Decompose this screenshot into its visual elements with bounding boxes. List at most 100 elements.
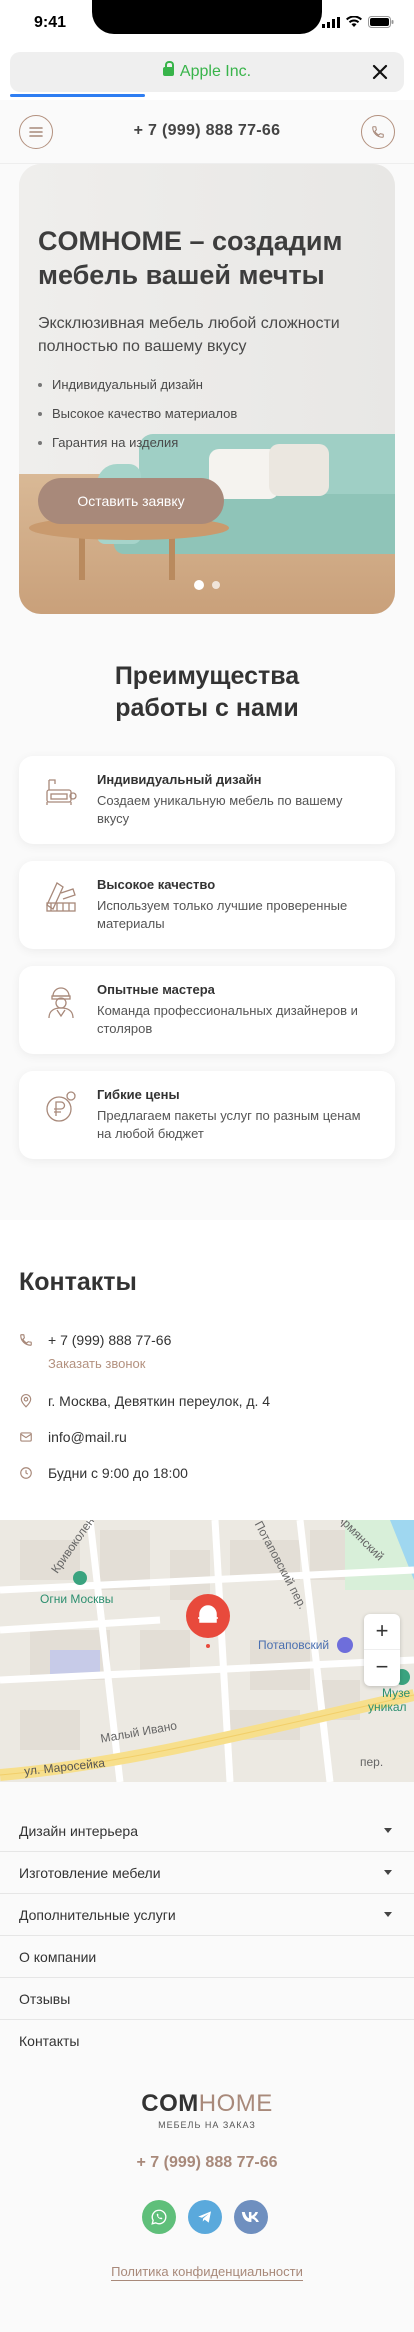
wifi-icon	[346, 16, 362, 27]
site-header: + 7 (999) 888 77-66	[0, 100, 414, 164]
url-bar[interactable]: Apple Inc.	[10, 52, 404, 92]
advantage-card: Высокое качество Используем только лучши…	[19, 861, 395, 949]
map-label: Музе	[382, 1686, 411, 1700]
pillow	[269, 444, 329, 496]
advantage-card: Гибкие цены Предлагаем пакеты услуг по р…	[19, 1071, 395, 1159]
chevron-down-icon	[384, 1870, 392, 1875]
submit-request-button[interactable]: Оставить заявку	[38, 478, 224, 524]
advantage-text: Используем только лучшие проверенные мат…	[97, 898, 348, 931]
logo-com: COM	[141, 2090, 199, 2117]
footer-nav-item[interactable]: Дополнительные услуги	[0, 1894, 414, 1936]
clock-icon	[20, 1467, 32, 1479]
master-icon	[48, 987, 74, 1019]
footer-nav-label: О компании	[19, 1949, 97, 1965]
phone-icon	[20, 1334, 32, 1346]
logo-tagline: МЕБЕЛЬ НА ЗАКАЗ	[158, 2120, 256, 2130]
advantage-text: Создаем уникальную мебель по вашему вкус…	[97, 793, 343, 826]
signal-icon	[322, 16, 340, 28]
slider-dots	[194, 580, 220, 590]
battery-icon	[368, 16, 394, 28]
close-icon[interactable]	[368, 60, 392, 84]
logo-text: COMHOME	[0, 2090, 414, 2118]
logo-home: HOME	[198, 2090, 273, 2117]
status-bar: 9:41	[0, 0, 414, 44]
advantage-title: Опытные мастера	[97, 982, 215, 997]
contact-address: г. Москва, Девяткин переулок, д. 4	[48, 1393, 271, 1409]
advantages-title: Преимущества работы с нами	[0, 660, 414, 724]
telegram-button[interactable]	[188, 2200, 222, 2234]
hero-bullet: Гарантия на изделия	[38, 428, 237, 457]
advantage-card: Индивидуальный дизайн Создаем уникальную…	[19, 756, 395, 844]
advantage-title: Гибкие цены	[97, 1087, 180, 1102]
zoom-out-button[interactable]: −	[364, 1650, 400, 1686]
chevron-down-icon	[384, 1828, 392, 1833]
map-label: уникал	[368, 1700, 407, 1714]
hero-title: COMHOME – создадим мебель вашей мечты	[38, 226, 343, 290]
contact-hours-row: Будни с 9:00 до 18:00	[19, 1465, 188, 1481]
vk-icon	[241, 2212, 259, 2222]
advantage-title: Высокое качество	[97, 877, 216, 892]
map-pin-icon[interactable]	[184, 1594, 232, 1650]
footer-phone[interactable]: + 7 (999) 888 77-66	[0, 2154, 414, 2172]
call-button[interactable]	[361, 115, 395, 149]
order-callback-link[interactable]: Заказать звонок	[48, 1356, 145, 1371]
ruble-icon	[46, 1091, 76, 1122]
contact-hours: Будни с 9:00 до 18:00	[48, 1465, 188, 1481]
vk-button[interactable]	[234, 2200, 268, 2234]
map-zoom-control: + −	[364, 1614, 400, 1686]
whatsapp-icon	[151, 2209, 167, 2225]
chevron-down-icon	[384, 1912, 392, 1917]
footer-nav-label: Дополнительные услуги	[19, 1907, 176, 1923]
status-time: 9:41	[34, 14, 67, 31]
contact-address-row: г. Москва, Девяткин переулок, д. 4	[19, 1393, 270, 1409]
map-label: Потаповский	[258, 1638, 330, 1652]
contact-phone-row: + 7 (999) 888 77-66	[19, 1332, 171, 1348]
advantage-title: Индивидуальный дизайн	[97, 772, 262, 787]
footer-nav-label: Отзывы	[19, 1991, 71, 2007]
advantage-card: Опытные мастера Команда профессиональных…	[19, 966, 395, 1054]
slider-dot[interactable]	[212, 581, 220, 589]
contact-phone[interactable]: + 7 (999) 888 77-66	[48, 1332, 171, 1348]
advantage-text: Команда профессиональных дизайнеров и ст…	[97, 1003, 358, 1036]
footer-nav-item[interactable]: Отзывы	[0, 1978, 414, 2020]
slider-dot-active[interactable]	[194, 580, 204, 590]
hero-bullets: Индивидуальный дизайн Высокое качество м…	[38, 370, 237, 457]
location-icon	[20, 1394, 32, 1408]
footer-nav-label: Контакты	[19, 2033, 80, 2049]
contacts-title: Контакты	[19, 1268, 137, 1296]
advantages-title-line: работы с нами	[115, 694, 299, 722]
advantages-title-line: Преимущества	[114, 662, 300, 690]
hero-subtitle: Эксклюзивная мебель любой сложности полн…	[38, 315, 340, 355]
phone-icon	[372, 126, 384, 138]
privacy-policy-label: Политика конфиденциальности	[111, 2264, 303, 2281]
lock-icon	[162, 61, 174, 76]
hero-banner: COMHOME – создадим мебель вашей мечты Эк…	[19, 164, 395, 614]
zoom-in-button[interactable]: +	[364, 1614, 400, 1650]
mail-icon	[20, 1432, 32, 1442]
header-phone[interactable]: + 7 (999) 888 77-66	[0, 122, 414, 140]
footer-nav-item[interactable]: О компании	[0, 1936, 414, 1978]
map-label: пер.	[360, 1755, 384, 1769]
device-notch	[92, 0, 322, 34]
advantage-text: Предлагаем пакеты услуг по разным ценам …	[97, 1108, 361, 1141]
footer-nav-item[interactable]: Дизайн интерьера	[0, 1810, 414, 1852]
footer-nav: Дизайн интерьера Изготовление мебели Доп…	[0, 1810, 414, 2062]
footer-nav-label: Дизайн интерьера	[19, 1823, 138, 1839]
table-leg	[169, 532, 175, 580]
footer-logo[interactable]: COMHOME МЕБЕЛЬ НА ЗАКАЗ	[0, 2090, 414, 2130]
map[interactable]: Огни Москвы Потаповский Музе уникал ул. …	[0, 1520, 414, 1782]
table-leg	[79, 532, 85, 580]
footer-nav-item[interactable]: Изготовление мебели	[0, 1852, 414, 1894]
footer-nav-item[interactable]: Контакты	[0, 2020, 414, 2062]
privacy-policy-link[interactable]: Политика конфиденциальности	[0, 2264, 414, 2281]
design-icon	[46, 779, 77, 805]
contact-email-row: info@mail.ru	[19, 1429, 127, 1445]
hero-bullet: Высокое качество материалов	[38, 399, 237, 428]
contact-email[interactable]: info@mail.ru	[48, 1429, 127, 1445]
status-icons	[322, 16, 394, 28]
social-links	[142, 2200, 268, 2234]
url-title: Apple Inc.	[179, 63, 252, 80]
contacts-section: Контакты + 7 (999) 888 77-66 Заказать зв…	[0, 1220, 414, 1520]
browser-toolbar: Apple Inc.	[0, 44, 414, 100]
whatsapp-button[interactable]	[142, 2200, 176, 2234]
